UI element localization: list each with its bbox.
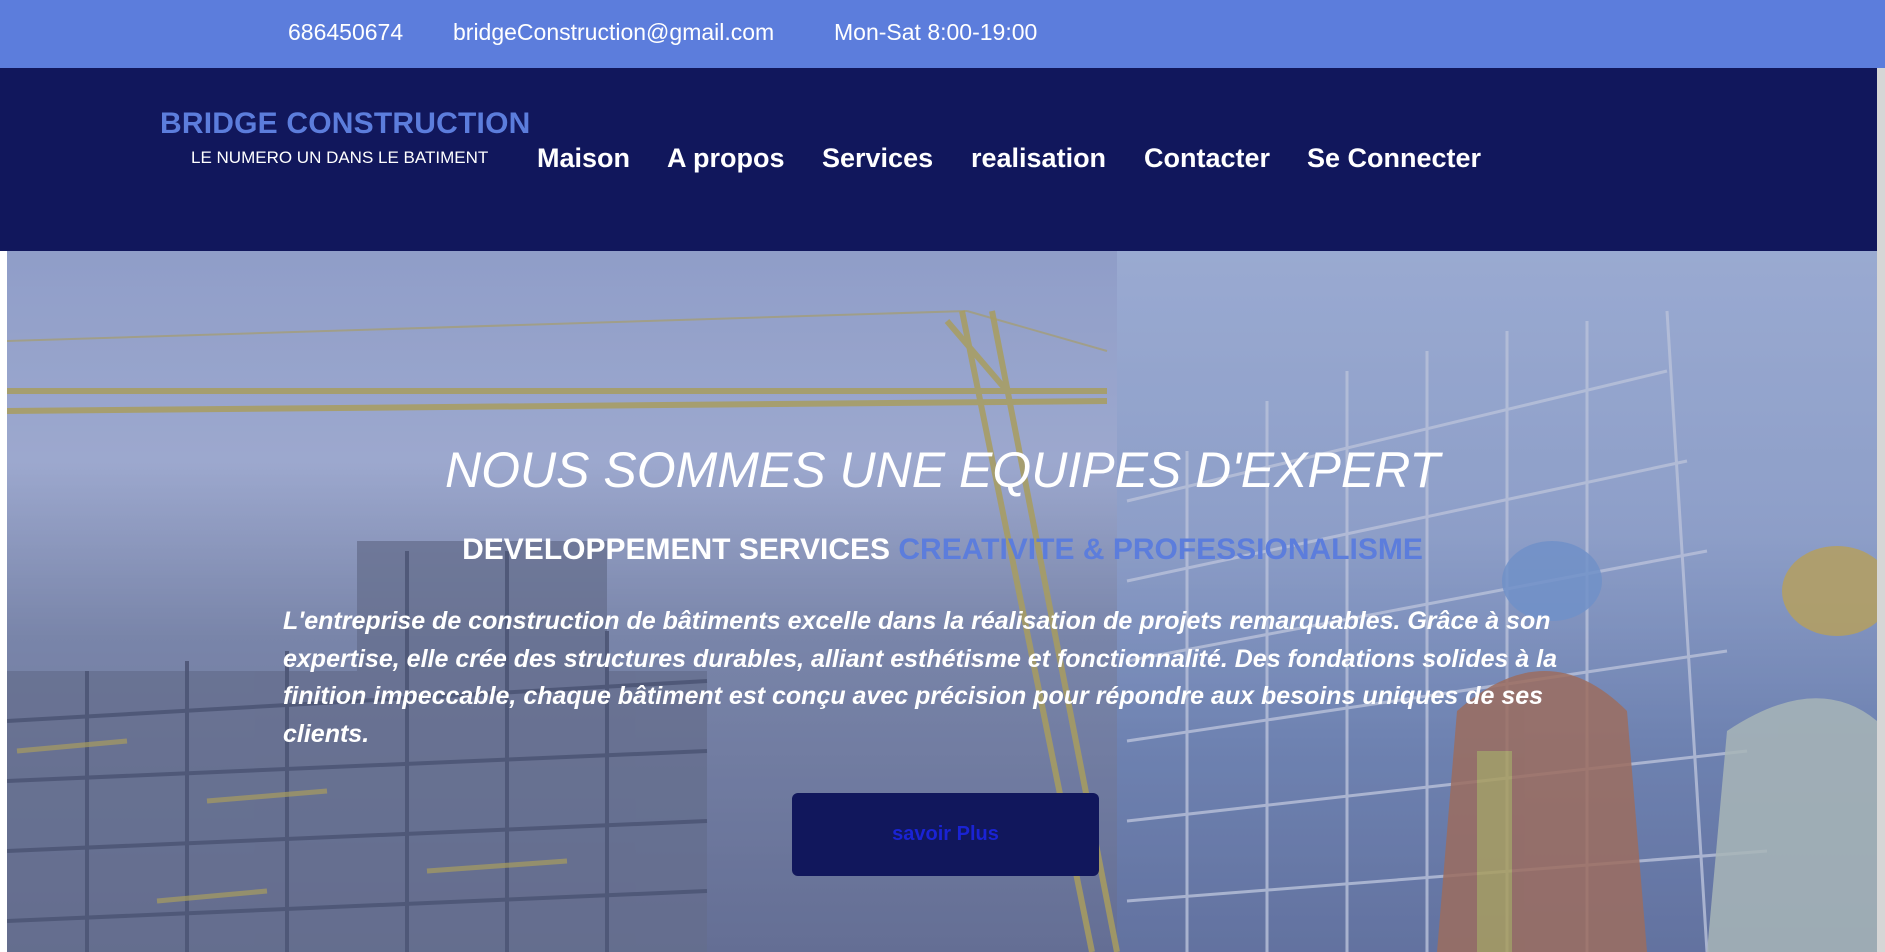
- phone-number: 686450674: [288, 19, 404, 45]
- hero-description: L'entreprise de construction de bâtiment…: [283, 607, 1558, 748]
- hero-subtitle-main: DEVELOPPEMENT SERVICES: [462, 533, 891, 566]
- nav-item-services[interactable]: Services: [822, 143, 933, 174]
- savoir-plus-button[interactable]: savoir Plus: [792, 793, 1099, 876]
- hero-subtitle: DEVELOPPEMENT SERVICES CREATIVITE & PROF…: [0, 533, 1885, 567]
- nav-item-se-connecter[interactable]: Se Connecter: [1307, 143, 1481, 174]
- hero-title: NOUS SOMMES UNE EQUIPES D'EXPERT: [445, 442, 1440, 498]
- brand-name[interactable]: BRIDGE CONSTRUCTION: [160, 107, 530, 141]
- site-header: BRIDGE CONSTRUCTION LE NUMERO UN DANS LE…: [0, 68, 1885, 251]
- nav-item-realisation[interactable]: realisation: [971, 143, 1106, 174]
- nav-item-maison[interactable]: Maison: [537, 143, 630, 174]
- nav-item-a-propos[interactable]: A propos: [667, 143, 785, 174]
- opening-hours: Mon-Sat 8:00-19:00: [834, 19, 1038, 45]
- hero-subtitle-accent: CREATIVITE & PROFESSIONALISME: [898, 533, 1423, 566]
- brand-tagline: LE NUMERO UN DANS LE BATIMENT: [191, 148, 489, 167]
- page-scrollbar[interactable]: [1877, 68, 1885, 952]
- top-contact-bar: 686450674 bridgeConstruction@gmail.com M…: [0, 0, 1885, 68]
- nav-item-contacter[interactable]: Contacter: [1144, 143, 1270, 174]
- email-address[interactable]: bridgeConstruction@gmail.com: [453, 19, 774, 46]
